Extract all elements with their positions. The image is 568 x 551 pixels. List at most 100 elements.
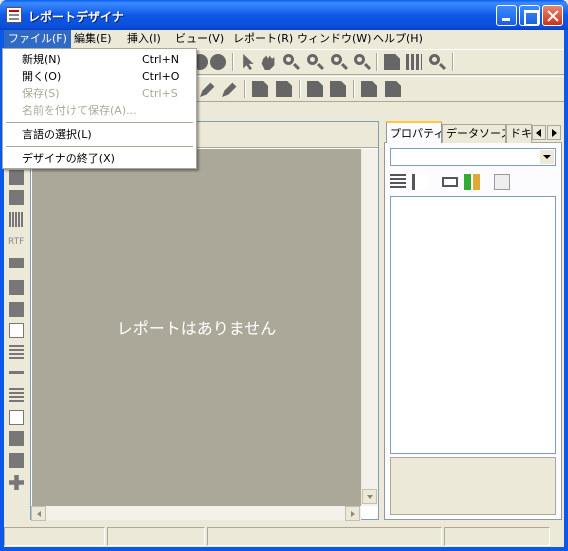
zoom-fit-icon[interactable] <box>354 54 365 65</box>
menu-item-exit[interactable]: デザイナの終了(X) <box>4 150 195 167</box>
new-doc-icon[interactable] <box>361 81 377 97</box>
hand-icon[interactable] <box>261 55 275 70</box>
page-icon[interactable] <box>384 54 400 70</box>
sort-az-icon[interactable] <box>412 174 428 190</box>
chevron-down-icon[interactable] <box>540 150 554 164</box>
scroll-right-icon[interactable] <box>345 506 360 521</box>
menu-item-language[interactable]: 言語の選択(L) <box>4 126 195 143</box>
menu-item-open[interactable]: 開く(O) Ctrl+O <box>4 68 195 85</box>
line-tool-icon[interactable] <box>9 371 24 374</box>
status-cell <box>207 527 442 546</box>
title-bar[interactable]: レポートデザイナ <box>0 0 568 30</box>
menu-item-new-label: 新規(N) <box>22 53 61 66</box>
tab-scroll-left-icon[interactable] <box>532 125 546 140</box>
toolbar-separator <box>376 53 378 71</box>
menu-file[interactable]: ファイル(F) <box>4 30 71 48</box>
properties-area <box>384 143 562 520</box>
template-icon[interactable] <box>385 81 401 97</box>
zoom-100-icon[interactable] <box>429 54 440 65</box>
grid-icon[interactable] <box>406 54 422 70</box>
settings-icon[interactable] <box>494 174 510 190</box>
panel-tool-icon[interactable] <box>9 410 24 425</box>
categorized-icon[interactable] <box>390 174 406 190</box>
properties-panel: プロパティ データソース ドキ <box>384 121 562 520</box>
status-bar <box>4 524 564 547</box>
zoom-in-icon[interactable] <box>307 54 318 65</box>
property-description <box>390 457 556 515</box>
textbox-tool-icon[interactable] <box>9 388 24 403</box>
menu-item-exit-label: デザイナの終了(X) <box>22 152 115 165</box>
panel-tabs: プロパティ データソース ドキ <box>384 121 562 144</box>
menu-view[interactable]: ビュー(V) <box>171 30 228 48</box>
subreport-tool-icon[interactable] <box>9 453 24 468</box>
scroll-down-icon[interactable] <box>362 489 377 504</box>
rectangle-tool-icon[interactable] <box>9 258 24 268</box>
matrix-tool-icon[interactable] <box>9 190 24 205</box>
rtf-tool[interactable]: RTF <box>8 237 24 247</box>
menu-item-new[interactable]: 新規(N) Ctrl+N <box>4 51 195 68</box>
barcode-tool-icon[interactable] <box>9 212 24 227</box>
horizontal-scrollbar[interactable] <box>31 506 361 521</box>
toolbar-separator <box>232 53 234 71</box>
copy-page-icon[interactable] <box>307 81 323 97</box>
menu-item-new-shortcut: Ctrl+N <box>142 53 180 66</box>
add-page-icon[interactable] <box>252 81 268 97</box>
edit-icon[interactable] <box>200 82 215 97</box>
zoom-icon[interactable] <box>283 54 294 65</box>
menu-item-open-label: 開く(O) <box>22 70 62 83</box>
table-tool-icon[interactable] <box>9 345 24 360</box>
page-tool-icon[interactable] <box>9 280 24 295</box>
menu-help[interactable]: ヘルプ(H) <box>369 30 427 48</box>
scroll-left-icon[interactable] <box>31 506 46 521</box>
menu-item-save: 保存(S) Ctrl+S <box>4 85 195 102</box>
menu-insert[interactable]: 挿入(I) <box>123 30 165 48</box>
menu-item-language-label: 言語の選択(L) <box>22 128 92 141</box>
toolbar-separator <box>452 53 454 71</box>
property-pages-icon[interactable] <box>442 177 458 187</box>
menu-item-save-as-label: 名前を付けて保存(A)... <box>22 104 137 117</box>
tab-datasource[interactable]: データソース <box>442 124 506 143</box>
toolbar-separator <box>244 80 246 98</box>
status-cell <box>4 527 105 546</box>
menu-report[interactable]: レポート(R) <box>229 30 297 48</box>
add-tool-icon[interactable] <box>9 475 24 490</box>
toolbar-separator <box>299 80 301 98</box>
frame-tool-icon[interactable] <box>9 323 24 338</box>
window-title: レポートデザイナ <box>28 10 124 24</box>
menu-edit[interactable]: 編集(E) <box>70 30 116 48</box>
pointer-icon[interactable] <box>243 54 254 70</box>
design-panel: レポートはありません <box>30 121 379 521</box>
delete-page-icon[interactable] <box>276 81 292 97</box>
chart-tool-icon[interactable] <box>9 170 24 185</box>
menu-item-save-shortcut: Ctrl+S <box>142 87 178 100</box>
minimize-button[interactable] <box>496 5 517 26</box>
close-button[interactable] <box>542 5 563 26</box>
properties-toolbar <box>390 171 556 193</box>
menu-item-open-shortcut: Ctrl+O <box>142 70 180 83</box>
maximize-button[interactable] <box>519 5 540 26</box>
vertical-scrollbar[interactable] <box>361 149 378 506</box>
menu-bar: ファイル(F) 編集(E) 挿入(I) ビュー(V) レポート(R) ウィンドウ… <box>4 30 564 48</box>
status-cell <box>107 527 205 546</box>
file-menu-dropdown: 新規(N) Ctrl+N 開く(O) Ctrl+O 保存(S) Ctrl+S 名… <box>2 48 197 169</box>
image-tool-icon[interactable] <box>9 431 24 446</box>
tab-properties[interactable]: プロパティ <box>386 121 442 144</box>
design-canvas[interactable]: レポートはありません <box>32 149 361 506</box>
tab-scroll-right-icon[interactable] <box>547 125 561 140</box>
toolbox: RTF <box>4 159 28 521</box>
list-tool-icon[interactable] <box>9 302 24 317</box>
app-icon <box>6 7 22 23</box>
zoom-out-icon[interactable] <box>331 54 342 65</box>
menu-separator <box>6 146 193 147</box>
menu-separator <box>6 122 193 123</box>
status-cell <box>444 527 550 546</box>
duplicate-page-icon[interactable] <box>330 81 346 97</box>
empty-message: レポートはありません <box>116 319 277 338</box>
edit-alt-icon[interactable] <box>222 82 237 97</box>
object-selector[interactable] <box>390 148 556 166</box>
stop-icon[interactable] <box>210 54 226 70</box>
tab-document[interactable]: ドキ <box>506 124 532 143</box>
property-grid[interactable] <box>390 196 556 454</box>
events-icon[interactable] <box>464 174 480 190</box>
menu-window[interactable]: ウィンドウ(W) <box>293 30 375 48</box>
